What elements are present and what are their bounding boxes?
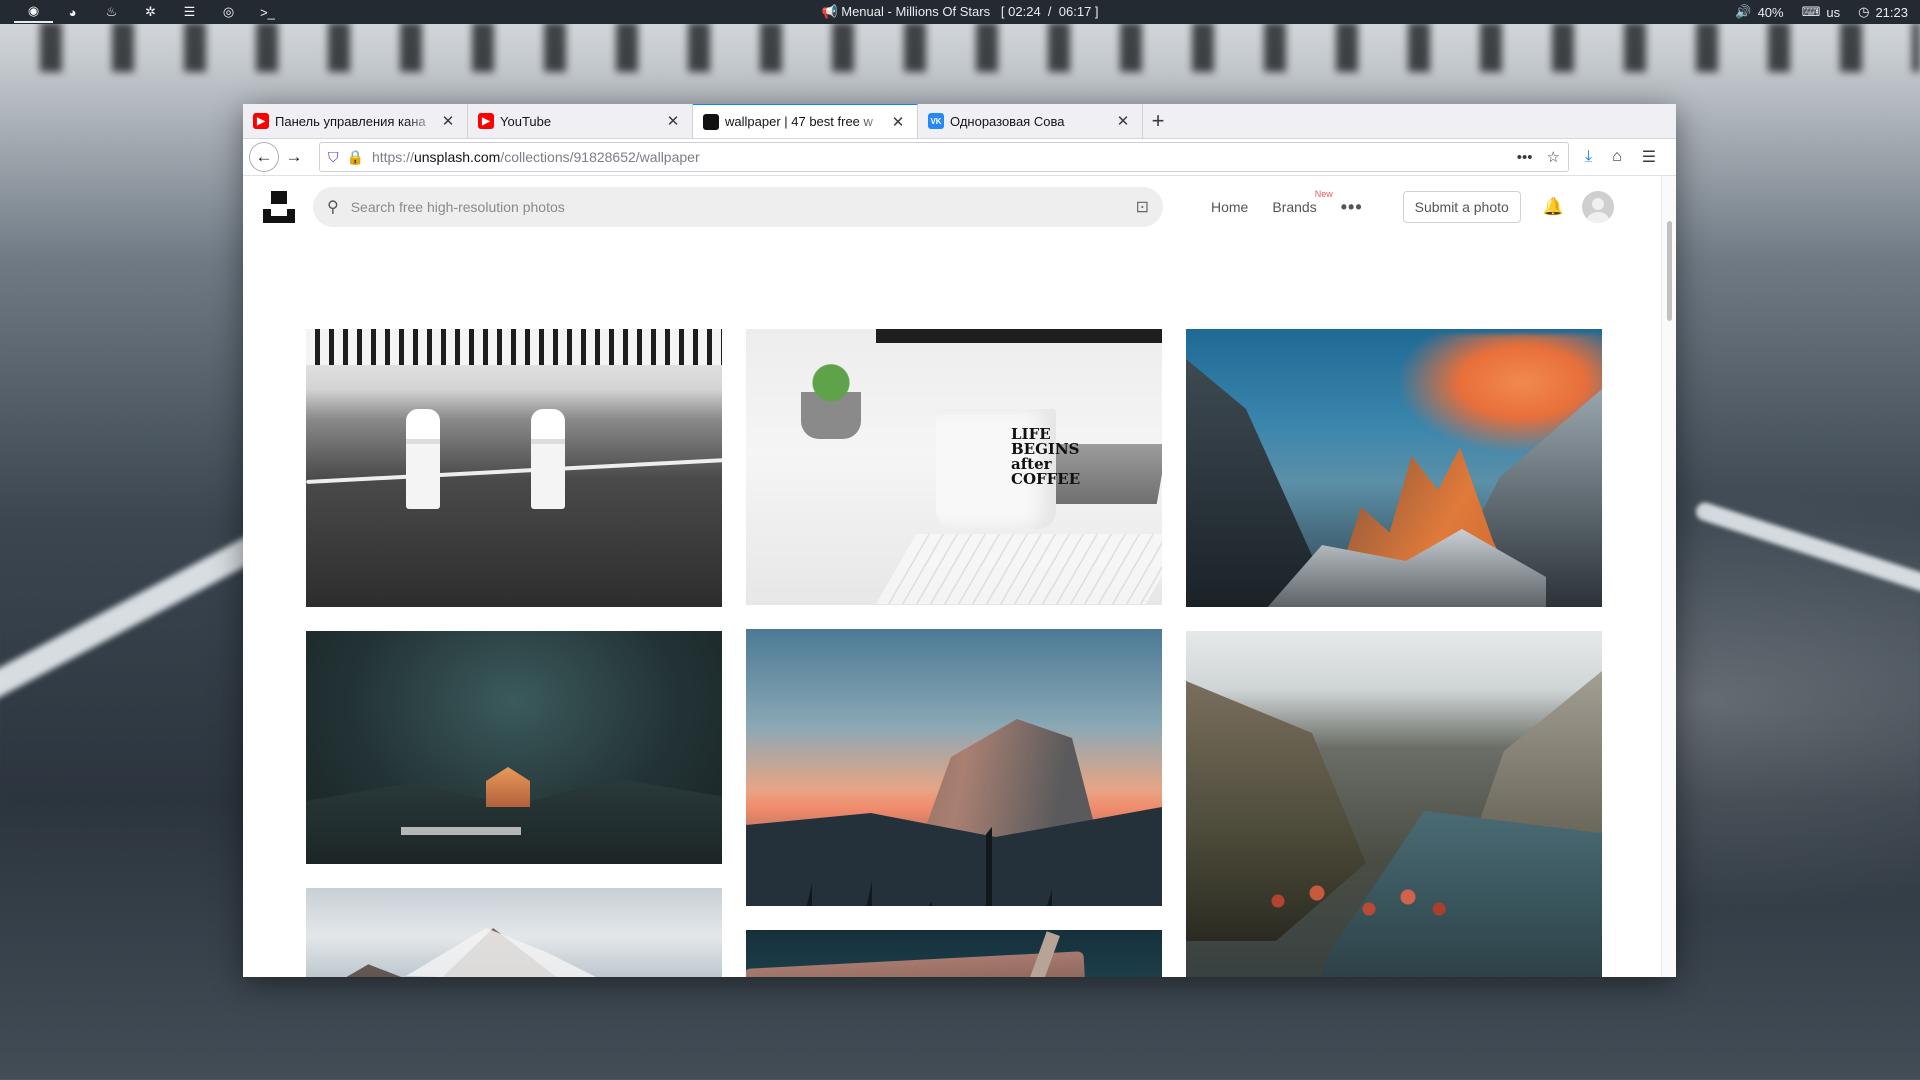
url-bar[interactable]: ⛉ 🔒 https://unsplash.com/collections/918… — [319, 142, 1569, 172]
close-tab-icon[interactable]: ✕ — [1114, 112, 1132, 130]
launcher: ◉ ◕ ♨ ✲ ☰ ◎ >_ — [0, 1, 287, 23]
page-content: ⚲ Search free high-resolution photos ⊡ H… — [243, 176, 1661, 977]
page-scrollbar[interactable] — [1661, 176, 1676, 977]
unsplash-favicon-icon — [703, 113, 719, 130]
search-icon[interactable]: ⚲ — [327, 197, 339, 217]
flame-icon[interactable]: ♨ — [92, 1, 131, 23]
more-menu-icon[interactable]: ••• — [1341, 197, 1363, 218]
tab-title: Панель управления кана — [275, 113, 426, 129]
unsplash-logo-icon[interactable] — [263, 191, 295, 223]
browser-window: ▶ Панель управления кана ✕ ▶ YouTube ✕ w… — [243, 104, 1676, 977]
photo-half-dome[interactable] — [746, 629, 1162, 906]
visual-search-icon[interactable]: ⊡ — [1136, 197, 1149, 217]
tab-wallpaper[interactable]: wallpaper | 47 best free w ✕ — [693, 104, 918, 138]
close-tab-icon[interactable]: ✕ — [439, 112, 457, 130]
back-button[interactable]: ← — [249, 142, 279, 172]
downloads-icon[interactable]: ⤓ — [1585, 148, 1592, 166]
close-tab-icon[interactable]: ✕ — [664, 112, 682, 130]
nav-brands-link[interactable]: Brands New — [1272, 189, 1332, 215]
vk-favicon-icon: VK — [928, 113, 944, 129]
user-avatar[interactable] — [1581, 191, 1614, 223]
notifications-bell-icon[interactable]: 🔔 — [1543, 197, 1564, 217]
new-tab-button[interactable]: + — [1143, 104, 1173, 138]
keyboard-icon: ⌨ — [1801, 4, 1821, 19]
new-badge: New — [1314, 189, 1333, 199]
tab-youtube[interactable]: ▶ YouTube ✕ — [468, 104, 693, 138]
nav-home-link[interactable]: Home — [1211, 199, 1248, 215]
track-separator: / — [1047, 4, 1052, 19]
wallpaper-cable-right — [1693, 500, 1920, 598]
search-placeholder: Search free high-resolution photos — [350, 199, 565, 215]
terminal-icon[interactable]: >_ — [248, 1, 287, 23]
clock[interactable]: ◷ 21:23 — [1858, 4, 1908, 20]
system-panel: ◉ ◕ ♨ ✲ ☰ ◎ >_ 📢 Menual - Millions Of St… — [0, 0, 1920, 24]
photo-snowy-mountains[interactable] — [306, 888, 722, 977]
clock-time: 21:23 — [1875, 4, 1908, 20]
files-icon[interactable]: ☰ — [170, 1, 209, 23]
submit-photo-button[interactable]: Submit a photo — [1402, 191, 1521, 223]
search-input[interactable]: ⚲ Search free high-resolution photos ⊡ — [313, 187, 1163, 227]
speaker-icon: 🔊 — [1735, 4, 1752, 19]
url-scheme: https:// — [371, 149, 414, 165]
apps-icon[interactable]: ✲ — [131, 1, 170, 23]
close-tab-icon[interactable]: ✕ — [889, 113, 907, 131]
track-duration: 06:17 ] — [1058, 4, 1099, 19]
site-header: ⚲ Search free high-resolution photos ⊡ H… — [243, 176, 1661, 238]
chrome-icon[interactable]: ◎ — [209, 1, 248, 23]
menu-icon[interactable]: ☰ — [1642, 147, 1656, 167]
tab-title: YouTube — [500, 113, 552, 129]
tab-vk[interactable]: VK Одноразовая Сова ✕ — [918, 104, 1143, 138]
youtube-favicon-icon: ▶ — [253, 113, 269, 129]
photo-forest-cabin[interactable] — [306, 631, 722, 864]
tab-bar: ▶ Панель управления кана ✕ ▶ YouTube ✕ w… — [243, 104, 1676, 139]
volume-level: 40% — [1757, 4, 1784, 20]
photo-coffee-mug[interactable]: LIFE BEGINS after COFFEE — [746, 329, 1162, 605]
photo-mountain-sunset[interactable] — [1186, 329, 1602, 607]
tab-title: Одноразовая Сова — [950, 113, 1065, 129]
clock-icon: ◷ — [1858, 4, 1870, 19]
now-playing: 📢 Menual - Millions Of Stars [ 02:24 / 0… — [0, 4, 1920, 20]
navigation-bar: ← → ⛉ 🔒 https://unsplash.com/collections… — [243, 139, 1676, 176]
youtube-favicon-icon: ▶ — [478, 113, 494, 129]
tab-title: wallpaper | 47 best free w — [725, 114, 873, 129]
keyboard-layout-label: us — [1826, 4, 1841, 20]
url-path: /collections/91828652/wallpaper — [500, 149, 700, 165]
page-actions-icon[interactable]: ••• — [1517, 149, 1533, 166]
photo-typewriter[interactable] — [746, 930, 1162, 977]
shield-icon[interactable]: ⛉ — [328, 149, 339, 166]
library-icon[interactable]: ⌂ — [1612, 148, 1622, 166]
volume-indicator[interactable]: 🔊 40% — [1735, 4, 1783, 20]
mug-text: LIFE BEGINS after COFFEE — [1011, 425, 1081, 488]
keyboard-layout[interactable]: ⌨ us — [1802, 4, 1841, 20]
tab-channel-dashboard[interactable]: ▶ Панель управления кана ✕ — [243, 104, 468, 138]
wallpaper-dots — [0, 22, 1920, 72]
app-icon-2[interactable]: ◕ — [53, 1, 92, 23]
megaphone-icon: 📢 — [821, 4, 842, 19]
app-menu-icon[interactable]: ◉ — [14, 1, 53, 23]
brands-label: Brands — [1272, 199, 1317, 215]
scrollbar-thumb[interactable] — [1667, 221, 1672, 321]
bookmark-star-icon[interactable]: ☆ — [1547, 148, 1560, 166]
track-elapsed: [ 02:24 — [1000, 4, 1041, 19]
lock-icon[interactable]: 🔒 — [347, 149, 364, 166]
photo-stormtroopers[interactable] — [306, 329, 722, 607]
url-host: unsplash.com — [413, 149, 501, 165]
photo-fjord-village[interactable] — [1186, 631, 1602, 977]
forward-button[interactable]: → — [279, 142, 309, 172]
track-title: Menual - Millions Of Stars — [841, 4, 991, 19]
